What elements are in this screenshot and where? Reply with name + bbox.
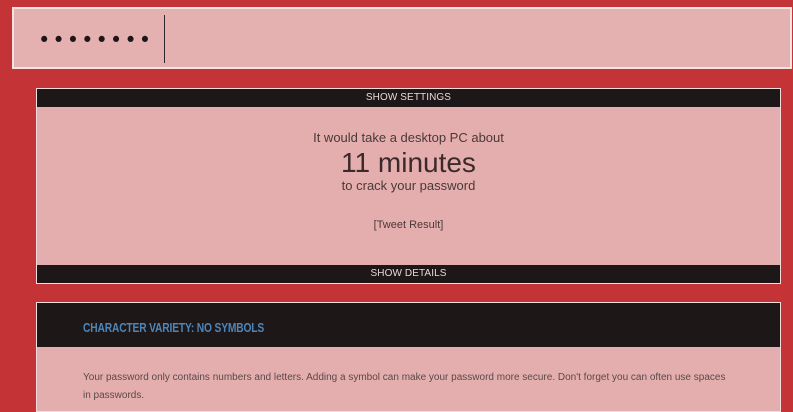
- password-input[interactable]: ••••••••: [12, 7, 792, 69]
- show-settings-toggle[interactable]: SHOW SETTINGS: [37, 89, 780, 107]
- notice-body: Your password only contains numbers and …: [83, 372, 726, 401]
- result-panel: SHOW SETTINGS It would take a desktop PC…: [36, 88, 781, 284]
- notice-title: CHARACTER VARIETY: NO SYMBOLS: [83, 321, 265, 335]
- text-caret: [164, 15, 165, 63]
- tweet-result-link[interactable]: [Tweet Result]: [374, 218, 444, 232]
- crack-time-result: It would take a desktop PC about 11 minu…: [37, 107, 780, 233]
- crack-time-value: 11 minutes: [341, 147, 476, 178]
- password-masked-value: ••••••••: [38, 28, 154, 52]
- result-intro-text: It would take a desktop PC about: [313, 130, 504, 145]
- character-variety-notice: CHARACTER VARIETY: NO SYMBOLS Your passw…: [36, 302, 781, 412]
- result-outro-text: to crack your password: [341, 178, 476, 193]
- show-details-toggle[interactable]: SHOW DETAILS: [37, 265, 780, 283]
